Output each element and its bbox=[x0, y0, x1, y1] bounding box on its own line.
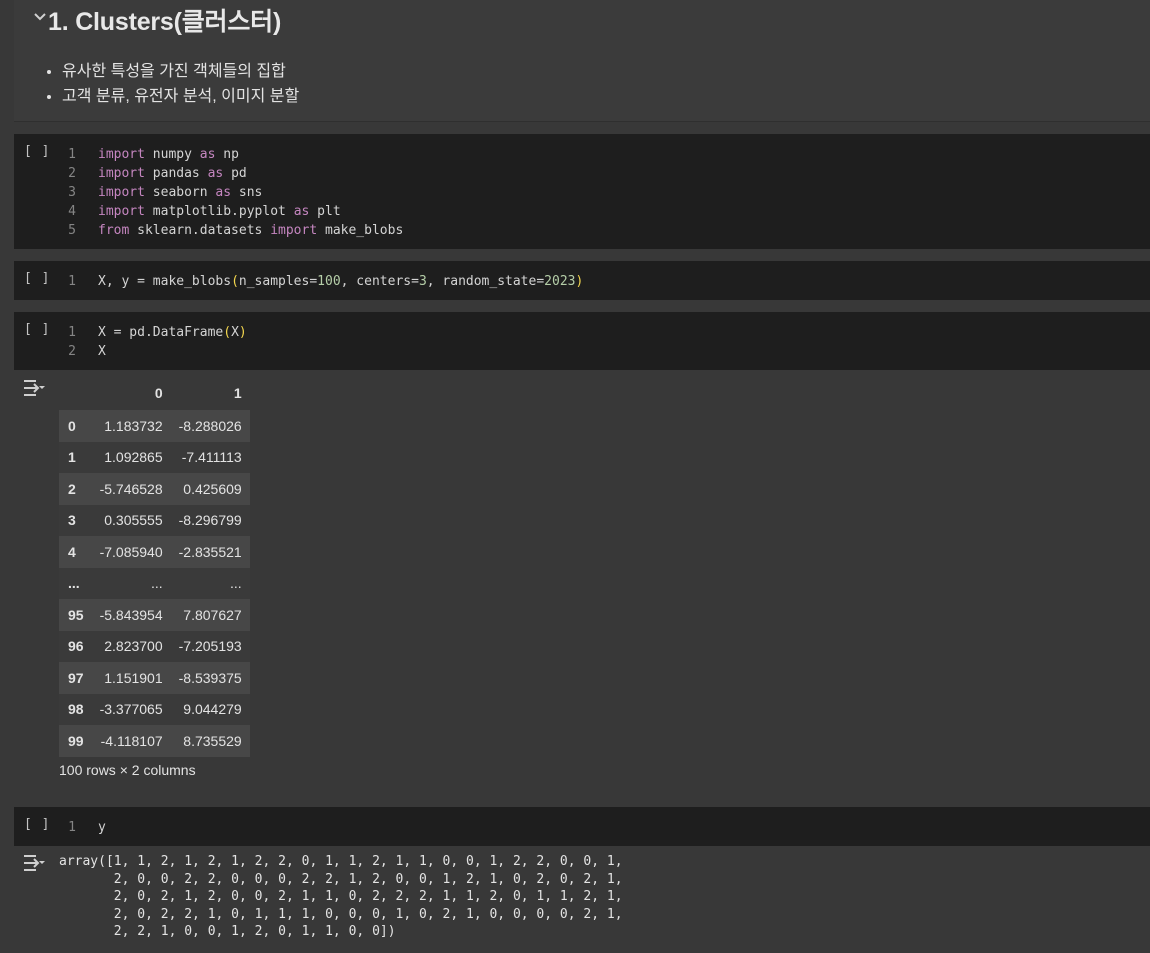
table-cell: 8.735529 bbox=[183, 732, 242, 749]
output-toggle-icon[interactable] bbox=[23, 379, 45, 397]
table-cell: 1.092865 bbox=[104, 449, 163, 466]
row-index: 2 bbox=[68, 480, 76, 497]
bullet-list: 유사한 특성을 가진 객체들의 집합 고객 분류, 유전자 분석, 이미지 분할 bbox=[42, 59, 299, 109]
table-row: 97 1.151901 -8.539375 bbox=[59, 662, 250, 694]
code-line: 4 import matplotlib.pyplot as plt bbox=[68, 204, 341, 219]
code-line: 1 import numpy as np bbox=[68, 147, 239, 162]
column-header: 0 bbox=[154, 385, 163, 401]
code-line: 2 import pandas as pd bbox=[68, 166, 247, 181]
table-cell: 9.044279 bbox=[183, 701, 242, 718]
output-toggle-icon[interactable] bbox=[23, 854, 45, 872]
table-row: 4 -7.085940 -2.835521 bbox=[59, 536, 250, 568]
table-row: 96 2.823700 -7.205193 bbox=[59, 630, 250, 662]
row-index: ... bbox=[68, 575, 80, 592]
markdown-cell[interactable]: 1. Clusters(클러스터) 유사한 특성을 가진 객체들의 집합 고객 … bbox=[14, 0, 1150, 122]
table-row: 1 1.092865 -7.411113 bbox=[59, 441, 250, 473]
table-row: 0 1.183732 -8.288026 bbox=[59, 410, 250, 442]
table-cell: -7.085940 bbox=[99, 543, 163, 560]
code-cell-y[interactable]: [ ] 1y bbox=[14, 807, 1150, 846]
table-cell: 7.807627 bbox=[183, 606, 242, 623]
row-index: 98 bbox=[68, 701, 84, 718]
table-row: 98 -3.377065 9.044279 bbox=[59, 693, 250, 725]
table-cell: -7.205193 bbox=[178, 638, 242, 655]
run-cell-button[interactable]: [ ] bbox=[24, 322, 50, 337]
row-index: 96 bbox=[68, 638, 84, 655]
row-index: 1 bbox=[68, 449, 76, 466]
code-line: 1X = pd.DataFrame(X) bbox=[68, 325, 247, 340]
table-row: 2 -5.746528 0.425609 bbox=[59, 473, 250, 505]
code-editor[interactable]: 1X = pd.DataFrame(X) 2X bbox=[54, 323, 247, 361]
table-cell: -3.377065 bbox=[99, 701, 163, 718]
bullet-item: 고객 분류, 유전자 분석, 이미지 분할 bbox=[62, 84, 299, 109]
run-cell-button[interactable]: [ ] bbox=[24, 817, 50, 832]
table-cell: ... bbox=[230, 575, 242, 592]
chevron-down-icon[interactable] bbox=[32, 9, 48, 25]
column-header: 1 bbox=[233, 385, 242, 401]
code-line: 5 from sklearn.datasets import make_blobs bbox=[68, 223, 404, 238]
table-cell: -8.288026 bbox=[178, 417, 242, 434]
table-cell: 1.183732 bbox=[104, 417, 163, 434]
code-cell-imports[interactable]: [ ] 1 import numpy as np 2 import pandas a… bbox=[14, 134, 1150, 249]
table-cell: -7.411113 bbox=[181, 449, 242, 466]
table-cell: 2.823700 bbox=[104, 638, 163, 655]
row-index: 95 bbox=[68, 606, 84, 623]
run-cell-button[interactable]: [ ] bbox=[24, 144, 50, 159]
run-cell-button[interactable]: [ ] bbox=[24, 271, 50, 286]
row-index: 0 bbox=[68, 417, 76, 434]
table-row: ......... bbox=[59, 567, 250, 599]
code-cell-make-blobs[interactable]: [ ] 1 X, y = make_blobs(n_samples=100, ce… bbox=[14, 261, 1150, 300]
table-row: 3 0.305555 -8.296799 bbox=[59, 504, 250, 536]
code-line: 1y bbox=[68, 820, 106, 835]
row-index: 4 bbox=[68, 543, 76, 560]
table-cell: -8.539375 bbox=[178, 669, 242, 686]
bullet-item: 유사한 특성을 가진 객체들의 집합 bbox=[62, 59, 299, 84]
table-row: 99 -4.118107 8.735529 bbox=[59, 725, 250, 757]
dataframe-shape-label: 100 rows × 2 columns bbox=[59, 762, 196, 778]
row-index: 97 bbox=[68, 669, 84, 686]
table-cell: 0.425609 bbox=[183, 480, 242, 497]
table-cell: ... bbox=[150, 575, 163, 592]
table-cell: 1.151901 bbox=[104, 669, 163, 686]
row-index: 99 bbox=[68, 732, 84, 749]
section-heading: 1. Clusters(클러스터) bbox=[48, 8, 282, 36]
array-output: array([1, 1, 2, 1, 2, 1, 2, 2, 0, 1, 1, … bbox=[59, 854, 623, 939]
table-header-row: 0 1 bbox=[59, 376, 250, 410]
code-editor[interactable]: 1y bbox=[54, 818, 106, 837]
table-cell: -2.835521 bbox=[178, 543, 242, 560]
index-header bbox=[59, 376, 92, 410]
row-index: 3 bbox=[68, 512, 76, 529]
code-editor[interactable]: 1 import numpy as np 2 import pandas as pd… bbox=[54, 145, 403, 240]
table-cell: 0.305555 bbox=[104, 512, 163, 529]
code-cell-dataframe[interactable]: [ ] 1X = pd.DataFrame(X) 2X bbox=[14, 312, 1150, 370]
code-line: 3 import seaborn as sns bbox=[68, 185, 263, 200]
code-line: 2X bbox=[68, 344, 106, 359]
dataframe-table: 0 1 0 1.183732 -8.288026 1 1.092865 -7.411113… bbox=[59, 376, 250, 757]
table-cell: -8.296799 bbox=[178, 512, 242, 529]
table-cell: -5.746528 bbox=[99, 480, 163, 497]
table-cell: -4.118107 bbox=[100, 732, 163, 749]
code-line: 1 X, y = make_blobs(n_samples=100, center… bbox=[68, 274, 584, 289]
table-row: 95 -5.843954 7.807627 bbox=[59, 599, 250, 631]
table-cell: -5.843954 bbox=[99, 606, 163, 623]
code-editor[interactable]: 1 X, y = make_blobs(n_samples=100, center… bbox=[54, 272, 583, 291]
